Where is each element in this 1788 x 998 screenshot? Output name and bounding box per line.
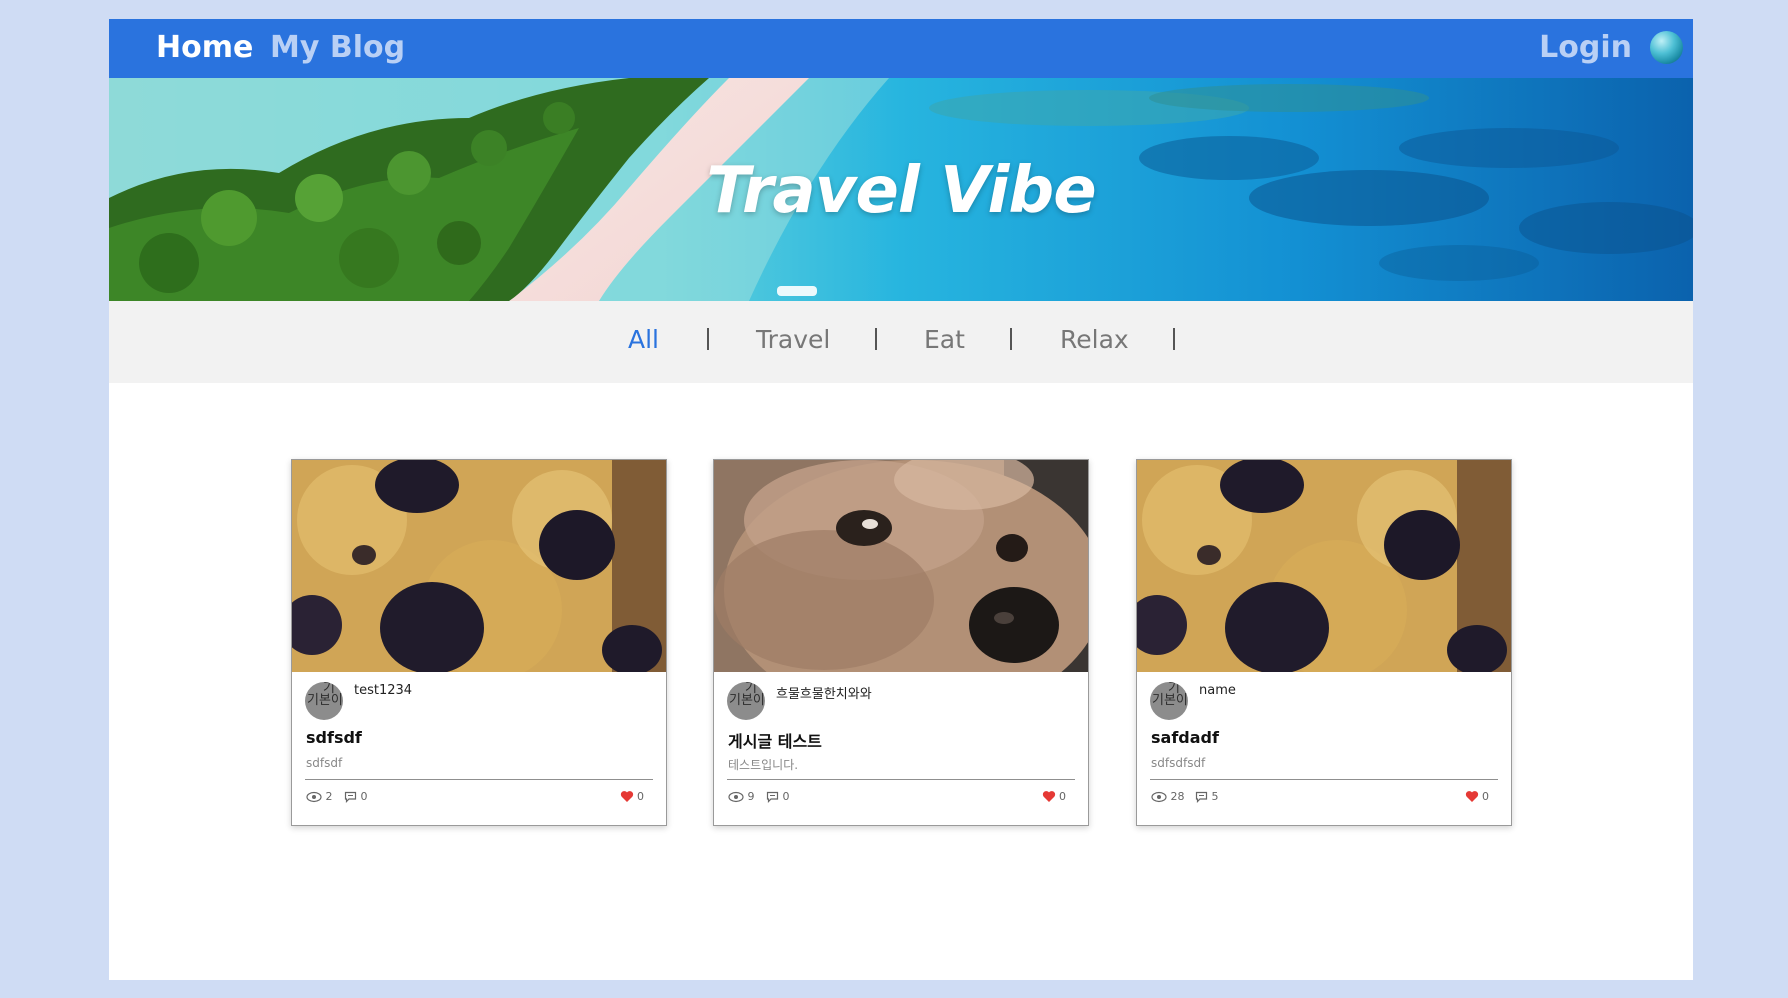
- avatar-text: 기본이: [307, 693, 343, 708]
- app-window: Home My Blog Login Travel Vibe All Trave…: [109, 19, 1693, 980]
- category-eat[interactable]: Eat: [924, 325, 965, 355]
- post-thumbnail-muffin: [292, 460, 666, 672]
- comment-icon: [1195, 791, 1208, 803]
- nav-login-link[interactable]: Login: [1539, 31, 1632, 65]
- post-card[interactable]: 기 기본이 name safdadf sdfsdfsdf 28 5 0: [1136, 459, 1512, 826]
- avatar: 기 기본이: [727, 682, 765, 720]
- category-separator: [875, 328, 877, 350]
- post-title[interactable]: 게시글 테스트: [728, 728, 822, 752]
- avatar: 기 기본이: [305, 682, 343, 720]
- globe-icon[interactable]: [1650, 31, 1683, 64]
- category-separator: [1173, 328, 1175, 350]
- like-button[interactable]: 0: [1465, 790, 1489, 803]
- comment-count: 0: [782, 790, 790, 803]
- like-count: 0: [1059, 790, 1066, 803]
- category-bar: All Travel Eat Relax: [109, 301, 1693, 383]
- category-relax[interactable]: Relax: [1060, 325, 1129, 355]
- like-count: 0: [637, 790, 644, 803]
- post-thumbnail-dog: [714, 460, 1088, 672]
- category-separator: [1010, 328, 1012, 350]
- post-card[interactable]: 기 기본이 test1234 sdfsdf sdfsdf 2 0 0: [291, 459, 667, 826]
- view-count: 28: [1170, 790, 1185, 803]
- comment-count: 5: [1211, 790, 1219, 803]
- nav-my-blog-link[interactable]: My Blog: [270, 31, 405, 65]
- view-count: 2: [325, 790, 333, 803]
- card-divider: [305, 779, 653, 780]
- post-excerpt: sdfsdf: [306, 756, 343, 770]
- hero-banner: Travel Vibe: [109, 78, 1693, 301]
- eye-icon: [728, 791, 744, 803]
- nav-home-link[interactable]: Home: [156, 31, 253, 65]
- comment-count: 0: [360, 790, 368, 803]
- top-navbar: Home My Blog Login: [109, 19, 1693, 78]
- heart-icon: [620, 791, 633, 802]
- heart-icon: [1042, 791, 1055, 802]
- post-title[interactable]: sdfsdf: [306, 728, 362, 747]
- comment-icon: [344, 791, 357, 803]
- avatar-text: 기본이: [1152, 693, 1188, 708]
- post-thumbnail-muffin: [1137, 460, 1511, 672]
- comment-icon: [766, 791, 779, 803]
- avatar: 기 기본이: [1150, 682, 1188, 720]
- eye-icon: [306, 791, 322, 803]
- post-excerpt: 테스트입니다.: [728, 758, 799, 772]
- heart-icon: [1465, 791, 1478, 802]
- category-travel[interactable]: Travel: [756, 325, 830, 355]
- like-count: 0: [1482, 790, 1489, 803]
- post-author: test1234: [354, 683, 413, 698]
- like-button[interactable]: 0: [1042, 790, 1066, 803]
- category-separator: [707, 328, 709, 350]
- post-excerpt: sdfsdfsdf: [1151, 756, 1206, 770]
- post-author: 흐물흐물한치와와: [776, 687, 872, 702]
- post-title[interactable]: safdadf: [1151, 728, 1219, 747]
- like-button[interactable]: 0: [620, 790, 644, 803]
- card-divider: [727, 779, 1075, 780]
- view-count: 9: [747, 790, 755, 803]
- post-card[interactable]: 기 기본이 흐물흐물한치와와 게시글 테스트 테스트입니다. 9 0 0: [713, 459, 1089, 826]
- hero-title: Travel Vibe: [706, 154, 1096, 228]
- card-divider: [1150, 779, 1498, 780]
- eye-icon: [1151, 791, 1167, 803]
- post-author: name: [1199, 683, 1236, 698]
- category-all[interactable]: All: [628, 325, 659, 355]
- avatar-text: 기본이: [729, 693, 765, 708]
